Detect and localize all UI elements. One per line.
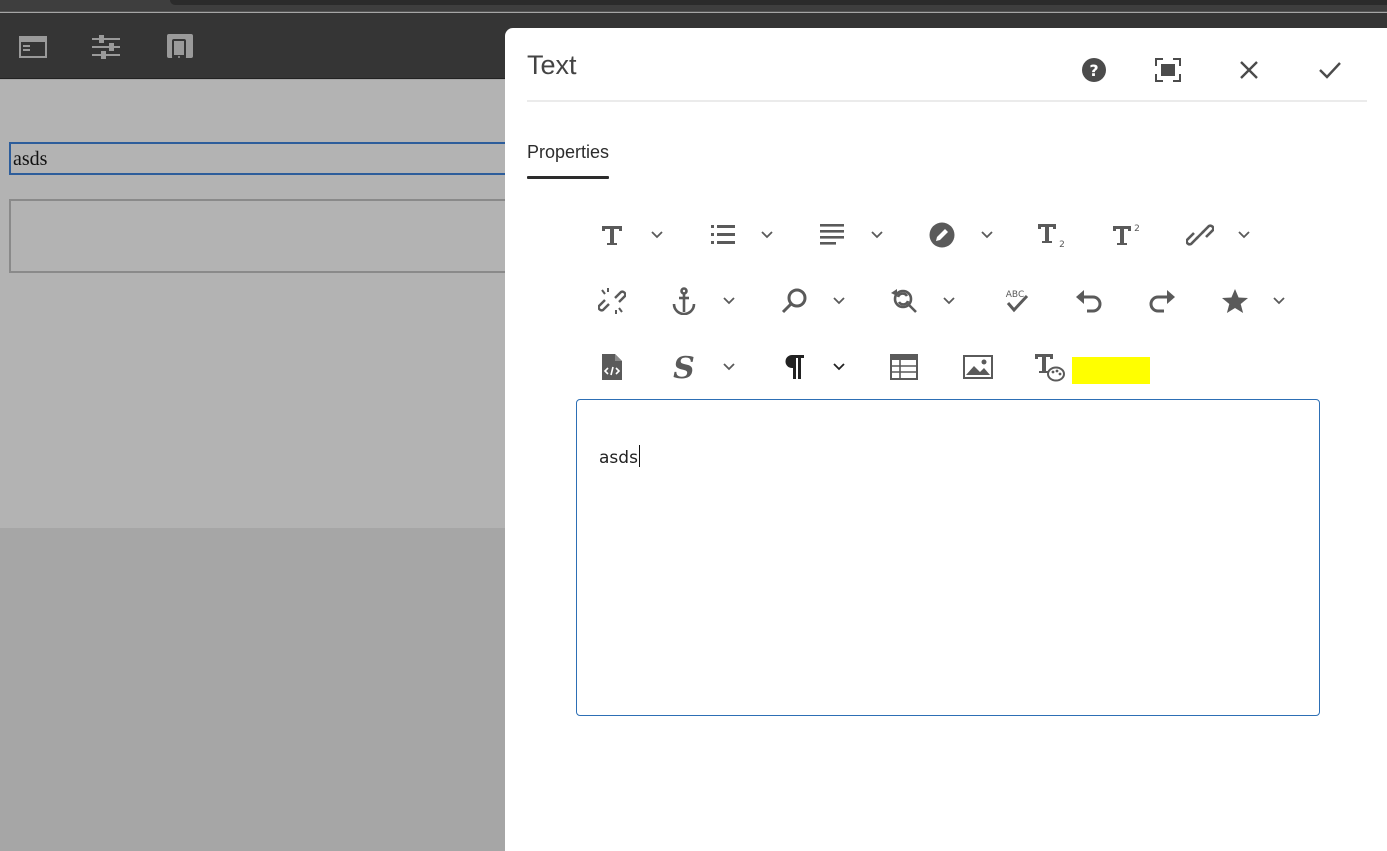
styles-icon[interactable]: S [667,350,701,384]
superscript-icon[interactable]: 2 [1110,218,1144,252]
star-icon[interactable] [1218,284,1252,318]
chevron-down-icon[interactable] [980,228,994,242]
svg-text:ABC: ABC [1006,290,1024,300]
source-edit-icon[interactable] [595,350,629,384]
done-icon[interactable] [1312,52,1348,88]
drag-components-placeholder[interactable] [9,199,509,273]
svg-text:2: 2 [1059,240,1065,248]
redo-icon[interactable] [1145,284,1179,318]
text-component[interactable]: asds [9,142,509,175]
unlink-icon[interactable] [595,284,629,318]
dialog-header-divider [527,100,1367,102]
chevron-down-icon[interactable] [832,360,846,374]
rich-text-editor[interactable]: asds [576,399,1320,716]
side-panel-icon[interactable] [17,31,49,63]
svg-text:2: 2 [1134,224,1140,234]
image-icon[interactable] [961,350,995,384]
chevron-down-icon[interactable] [650,228,664,242]
subscript-icon[interactable]: 2 [1035,218,1069,252]
chevron-down-icon[interactable] [870,228,884,242]
browser-tab-strip [0,0,1387,12]
text-cursor [638,445,640,467]
page-canvas-lower [0,528,505,851]
highlight-marker [1072,357,1150,384]
chevron-down-icon[interactable] [1237,228,1251,242]
active-tab-indicator [527,176,610,179]
chevron-down-icon[interactable] [942,294,956,308]
dialog-title: Text [527,50,577,80]
tab-properties[interactable]: Properties [527,140,610,180]
svg-text:S: S [673,352,695,382]
help-icon[interactable]: ? [1076,52,1112,88]
text-color-icon[interactable] [1033,350,1067,384]
spellcheck-icon[interactable]: ABC [999,284,1033,318]
emulator-icon[interactable] [164,31,196,63]
tab-properties-label: Properties [527,142,610,162]
table-icon[interactable] [887,350,921,384]
chevron-down-icon[interactable] [722,360,736,374]
justify-left-icon[interactable] [815,218,849,252]
text-dialog: Text ? Properties 2 2 ABC S asds [505,28,1387,851]
page-properties-icon[interactable] [90,31,122,63]
fullscreen-icon[interactable] [1150,52,1186,88]
link-icon[interactable] [1183,218,1217,252]
format-icon[interactable] [595,218,629,252]
edit-icon[interactable] [925,218,959,252]
editor-content: asds [599,445,640,468]
editor-text: asds [599,448,638,468]
undo-icon[interactable] [1072,284,1106,318]
anchor-icon[interactable] [667,284,701,318]
chevron-down-icon[interactable] [722,294,736,308]
browser-tab[interactable] [170,0,1387,5]
list-icon[interactable] [706,218,740,252]
find-replace-icon[interactable] [887,284,921,318]
find-icon[interactable] [777,284,811,318]
close-icon[interactable] [1231,52,1267,88]
svg-text:?: ? [1089,61,1098,80]
chevron-down-icon[interactable] [760,228,774,242]
chevron-down-icon[interactable] [832,294,846,308]
paragraph-format-icon[interactable] [777,350,811,384]
text-component-content: asds [13,148,48,170]
chevron-down-icon[interactable] [1272,294,1286,308]
